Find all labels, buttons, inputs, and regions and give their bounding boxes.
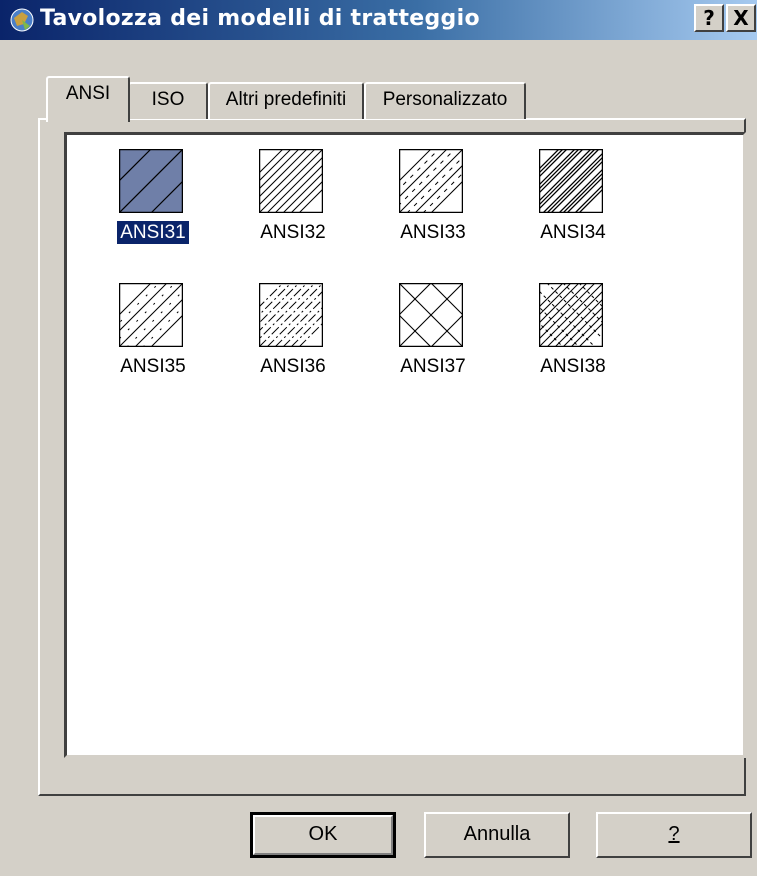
hatch-ansi32-icon — [259, 149, 323, 213]
pattern-item-ansi36[interactable]: ANSI36 — [231, 275, 355, 385]
help-button[interactable]: ? — [596, 812, 752, 858]
close-button[interactable]: X — [726, 4, 756, 32]
pattern-list[interactable]: ANSI31 ANSI32 ANSI33 ANSI34 ANSI35 ANSI3… — [64, 132, 746, 758]
hatch-ansi35-icon — [119, 283, 183, 347]
hatch-ansi36-icon — [259, 283, 323, 347]
tab-personalizzato[interactable]: Personalizzato — [364, 82, 526, 119]
cancel-button[interactable]: Annulla — [424, 812, 570, 858]
ok-button-label: OK — [308, 823, 338, 845]
tab-altri-predefiniti[interactable]: Altri predefiniti — [208, 82, 364, 119]
tab-ansi[interactable]: ANSI — [46, 76, 130, 122]
pattern-label: ANSI33 — [400, 222, 466, 243]
pattern-item-ansi33[interactable]: ANSI33 — [371, 141, 495, 251]
pattern-item-ansi34[interactable]: ANSI34 — [511, 141, 635, 251]
app-icon — [10, 8, 34, 32]
pattern-label: ANSI35 — [120, 356, 186, 377]
pattern-label: ANSI34 — [540, 222, 606, 243]
pattern-label: ANSI31 — [116, 220, 190, 245]
hatch-ansi34-icon — [539, 149, 603, 213]
title-bar[interactable]: Tavolozza dei modelli di tratteggio ? X — [0, 0, 757, 40]
pattern-item-ansi35[interactable]: ANSI35 — [91, 275, 215, 385]
pattern-item-ansi31[interactable]: ANSI31 — [91, 141, 215, 251]
ok-button[interactable]: OK — [250, 812, 396, 858]
pattern-label: ANSI38 — [540, 356, 606, 377]
hatch-ansi31-icon — [119, 149, 183, 213]
pattern-item-ansi37[interactable]: ANSI37 — [371, 275, 495, 385]
window-title: Tavolozza dei modelli di tratteggio — [40, 6, 480, 31]
tab-iso[interactable]: ISO — [128, 82, 208, 119]
pattern-item-ansi32[interactable]: ANSI32 — [231, 141, 355, 251]
pattern-label: ANSI32 — [260, 222, 326, 243]
hatch-ansi38-icon — [539, 283, 603, 347]
help-title-button[interactable]: ? — [694, 4, 724, 32]
hatch-ansi33-icon — [399, 149, 463, 213]
hatch-ansi37-icon — [399, 283, 463, 347]
pattern-label: ANSI37 — [400, 356, 466, 377]
pattern-label: ANSI36 — [260, 356, 326, 377]
pattern-item-ansi38[interactable]: ANSI38 — [511, 275, 635, 385]
